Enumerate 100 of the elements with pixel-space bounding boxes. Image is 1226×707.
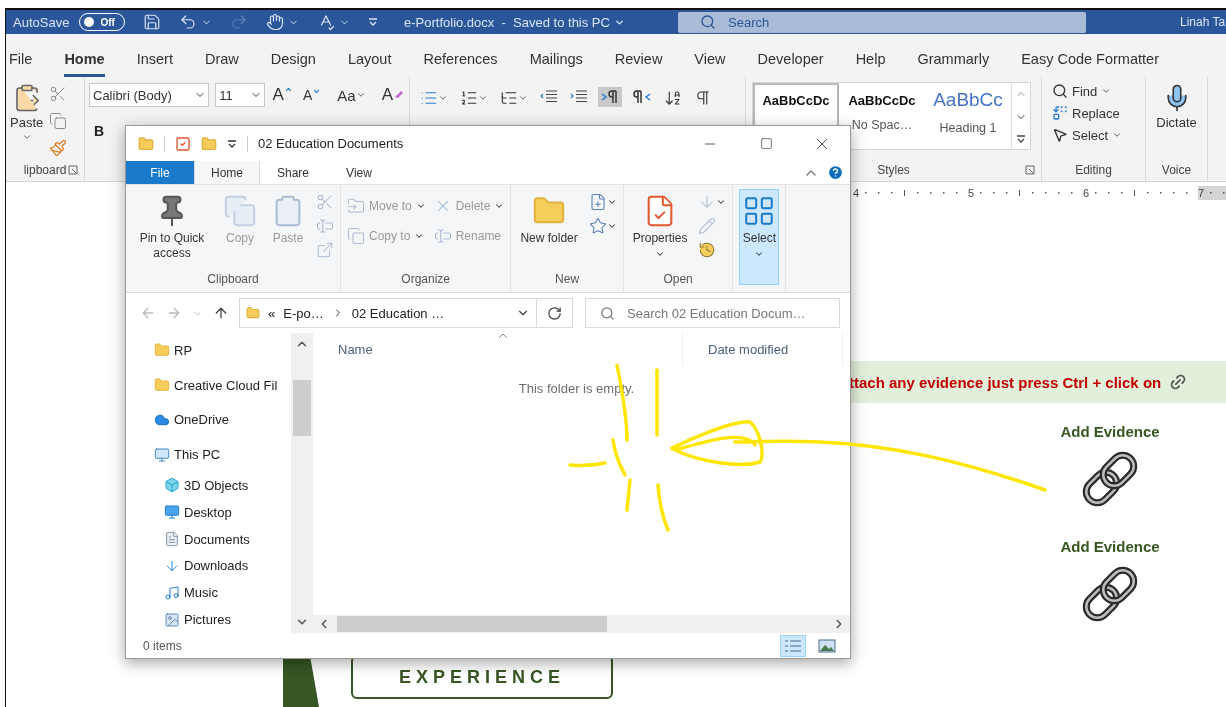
search-field[interactable]: Search 02 Education Docum… [585, 298, 840, 328]
save-icon[interactable] [143, 13, 162, 31]
grow-font-button[interactable]: A [270, 85, 295, 105]
nav-item[interactable]: Pictures [126, 606, 291, 633]
bullet-list-icon[interactable] [420, 89, 438, 107]
nav-item[interactable]: OneDrive [126, 402, 291, 438]
scroll-thumb[interactable] [293, 380, 311, 436]
right-to-left-icon[interactable] [632, 89, 652, 105]
clear-formatting-button[interactable]: A [379, 85, 405, 105]
nav-item[interactable]: Documents [126, 525, 291, 553]
ribbon-tab[interactable]: Draw [204, 51, 239, 77]
nav-item[interactable]: This PC [126, 437, 291, 473]
ribbon-tab[interactable]: Help [855, 51, 886, 77]
font-name-field[interactable]: Calibri (Body) [89, 83, 210, 107]
increase-indent-icon[interactable] [570, 89, 588, 103]
music-note-icon [164, 584, 180, 601]
scroll-thumb[interactable] [337, 616, 607, 632]
properties-button[interactable]: Properties [629, 189, 691, 264]
copy-icon[interactable] [49, 112, 68, 130]
folder-icon [154, 377, 170, 394]
numbered-list-icon[interactable] [460, 89, 478, 107]
dropdown-caret-icon [655, 249, 666, 259]
details-view-button[interactable] [780, 634, 806, 657]
down-caret-icon [312, 87, 322, 96]
new-item-icon[interactable] [588, 193, 607, 211]
document-icon [164, 531, 180, 548]
hand-icon[interactable] [266, 13, 285, 31]
evidence-label: Add Evidence [1060, 538, 1160, 555]
select-button[interactable]: Select [1052, 127, 1141, 143]
dialog-launcher-icon[interactable] [68, 165, 78, 175]
back-icon[interactable] [140, 305, 156, 321]
ribbon-tab[interactable]: Design [270, 51, 316, 77]
decrease-indent-icon[interactable] [540, 89, 558, 103]
refresh-icon [547, 305, 562, 321]
dialog-launcher-icon[interactable] [1025, 165, 1035, 175]
shrink-font-button[interactable]: A [300, 87, 324, 103]
breadcrumb[interactable]: 02 Education … [351, 305, 445, 321]
ribbon-tab[interactable]: File [126, 161, 194, 184]
folder-icon[interactable] [201, 135, 217, 152]
bold-button[interactable]: B [89, 123, 110, 139]
ribbon-tab[interactable]: Developer [757, 51, 824, 77]
window-title: 02 Education Documents [258, 136, 404, 151]
path-overflow[interactable]: « [268, 305, 276, 321]
list-view-icon [784, 638, 802, 653]
search-field[interactable]: Search [678, 11, 1086, 33]
new-folder-button[interactable]: New folder [517, 189, 581, 251]
folder-icon[interactable] [138, 135, 154, 152]
history-icon[interactable] [698, 241, 717, 259]
address-bar[interactable]: « E-po… 02 Education … [239, 298, 537, 328]
nav-item[interactable]: Music [126, 579, 291, 607]
column-header[interactable]: Name [313, 333, 683, 365]
change-case-button[interactable]: Aa [335, 86, 368, 104]
font-size-field[interactable]: 11 [215, 83, 265, 107]
refresh-button[interactable] [537, 298, 573, 328]
ribbon-tab[interactable]: Home [194, 161, 260, 184]
ribbon-tab[interactable]: References [423, 51, 498, 77]
format-painter-icon[interactable] [49, 139, 68, 157]
nav-item[interactable]: 3D Objects [126, 472, 291, 499]
pilcrow-icon[interactable] [694, 89, 712, 107]
forward-icon[interactable] [166, 305, 182, 321]
nav-item[interactable]: Downloads [126, 552, 291, 580]
ribbon-tab[interactable]: Easy Code Formatter [1021, 51, 1159, 77]
easy-access-icon[interactable] [588, 217, 607, 235]
select-button[interactable]: Select [739, 189, 780, 285]
nav-item[interactable]: Creative Cloud Fil [126, 367, 291, 403]
ribbon-tab[interactable]: Review [614, 51, 663, 77]
breadcrumb[interactable]: E-po… [283, 305, 324, 321]
up-icon[interactable] [213, 305, 229, 321]
pin-button[interactable]: Pin to Quick access [132, 189, 212, 266]
more-styles-icon[interactable] [1016, 133, 1026, 144]
left-to-right-icon[interactable] [600, 89, 620, 105]
document-title: e-Portfolio.docx - Saved to this PC [404, 14, 610, 30]
user-name[interactable]: Linah Ta [1180, 15, 1226, 29]
maximize-icon[interactable] [759, 137, 773, 150]
ribbon-tab[interactable]: View [694, 51, 726, 77]
customize-toolbar-icon[interactable] [227, 138, 237, 149]
help-icon[interactable] [827, 164, 844, 181]
dropdown-caret-icon [414, 231, 425, 241]
column-header[interactable]: Date modified [683, 333, 843, 365]
find-button[interactable]: Find [1052, 83, 1141, 99]
ribbon-tab[interactable]: Grammarly [917, 51, 990, 77]
nav-item[interactable]: RP [126, 333, 291, 368]
group-label: Editing [1075, 163, 1112, 177]
dropdown-caret-icon [606, 197, 617, 207]
ribbon-tab[interactable]: Mailings [529, 51, 583, 77]
multilevel-list-icon[interactable] [500, 89, 518, 107]
group-label: Open [662, 272, 694, 288]
properties-icon[interactable] [175, 135, 191, 152]
sort-icon[interactable] [664, 89, 682, 107]
dictate-button[interactable]: Dictate [1156, 83, 1197, 159]
nav-item[interactable]: Desktop [126, 498, 291, 526]
paste-button[interactable]: Paste [10, 83, 44, 159]
search-icon [700, 14, 716, 30]
ribbon-tab[interactable]: Layout [347, 51, 392, 77]
replace-button[interactable]: Replace [1052, 105, 1141, 121]
redo-icon[interactable] [230, 13, 249, 31]
undo-icon[interactable] [179, 13, 198, 31]
ribbon-tab[interactable]: Insert [136, 51, 173, 77]
dropdown-caret-icon [1112, 130, 1123, 140]
ribbon-tab[interactable]: File [9, 51, 33, 77]
